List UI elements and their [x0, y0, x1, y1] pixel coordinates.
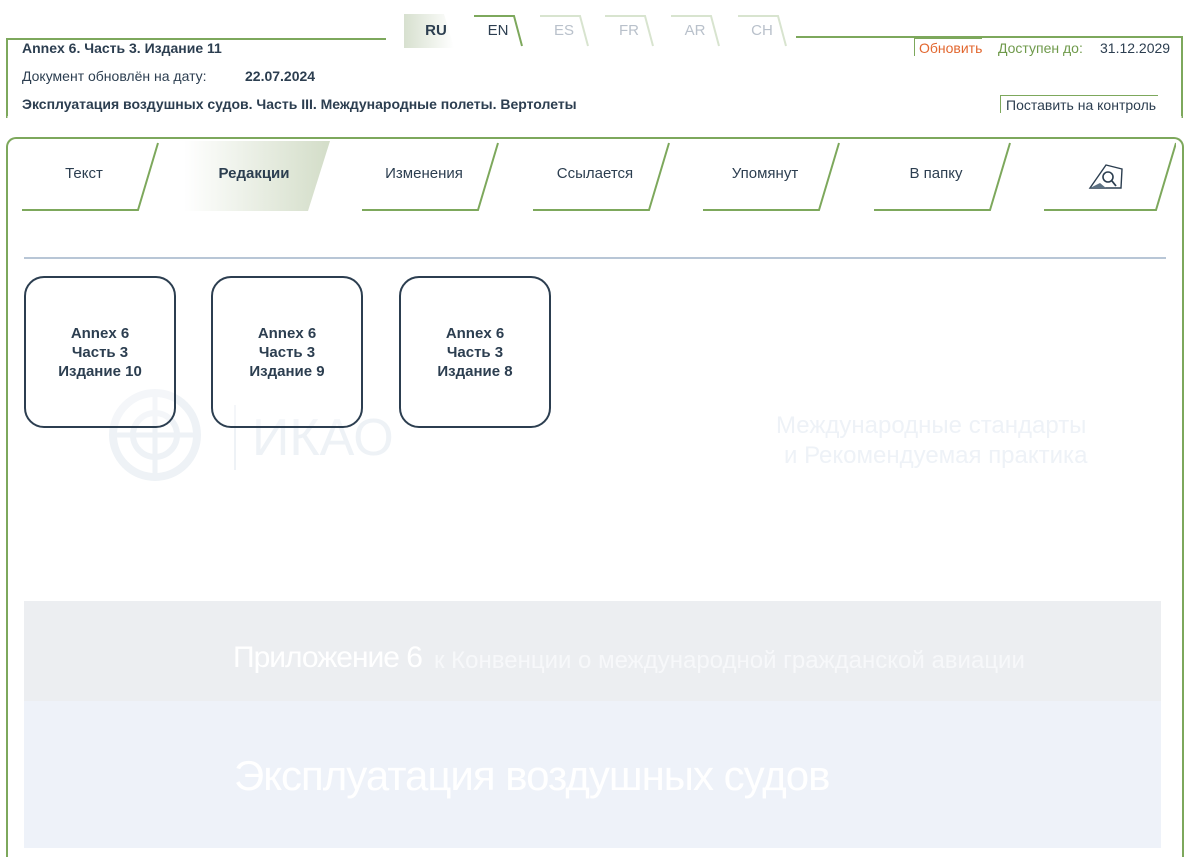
lang-label: EN — [487, 22, 509, 39]
tab-search[interactable] — [1036, 141, 1176, 211]
edition-card[interactable]: Annex 6 Часть 3 Издание 10 — [24, 276, 176, 428]
edition-card[interactable]: Annex 6 Часть 3 Издание 9 — [211, 276, 363, 428]
content-divider — [24, 257, 1166, 259]
edition-card-line: Издание 9 — [249, 362, 325, 380]
lang-label: RU — [425, 22, 447, 39]
watermark-line-1: Международные стандарты — [776, 412, 1087, 439]
lang-label: AR — [684, 22, 706, 39]
tab-label: Изменения — [385, 165, 463, 182]
watermark-line-2: и Рекомендуемая практика — [784, 442, 1088, 469]
tab-label: Упомянут — [731, 165, 799, 182]
cover-annex-title: Приложение 6 — [233, 641, 423, 674]
tab-editions[interactable]: Редакции — [184, 141, 354, 211]
edition-card-line: Издание 8 — [437, 362, 513, 380]
lang-tab-es: ES — [532, 14, 596, 48]
tab-to-folder[interactable]: В папку — [866, 141, 1036, 211]
available-until-label: Доступен до: — [998, 40, 1083, 56]
lang-label: CH — [751, 22, 773, 39]
tab-label: В папку — [909, 165, 963, 182]
tab-label: Текст — [65, 165, 103, 182]
lang-tab-ch: CH — [730, 14, 794, 48]
edition-card-line: Часть 3 — [71, 343, 129, 361]
update-button[interactable]: Обновить — [914, 38, 983, 56]
updated-date-label: Документ обновлён на дату: — [22, 68, 207, 84]
lang-tab-en[interactable]: EN — [466, 14, 530, 48]
edition-card-line: Annex 6 — [70, 324, 130, 342]
lang-tab-ru[interactable]: RU — [404, 14, 468, 48]
search-document-icon — [1088, 164, 1123, 189]
edition-card-line: Annex 6 — [257, 324, 317, 342]
lang-label: ES — [553, 22, 574, 39]
document-subtitle: Эксплуатация воздушных судов. Часть III.… — [22, 96, 577, 112]
watch-button[interactable]: Поставить на контроль — [1000, 95, 1159, 113]
edition-card-line: Часть 3 — [258, 343, 316, 361]
tab-label: Ссылается — [556, 165, 634, 182]
tab-mentioned[interactable]: Упомянут — [695, 141, 865, 211]
lang-tab-fr: FR — [597, 14, 661, 48]
edition-card-line: Издание 10 — [58, 362, 142, 380]
cover-annex-subtitle: к Конвенции о международной гражданской … — [434, 647, 1025, 674]
lang-label: FR — [619, 22, 639, 39]
lang-tab-ar: AR — [663, 14, 727, 48]
edition-card-line: Annex 6 — [445, 324, 505, 342]
cover-heading: Эксплуатация воздушных судов — [234, 752, 830, 799]
edition-card[interactable]: Annex 6 Часть 3 Издание 8 — [399, 276, 551, 428]
edition-card-line: Часть 3 — [446, 343, 504, 361]
tab-label: Редакции — [218, 165, 290, 182]
tab-text[interactable]: Текст — [14, 141, 184, 211]
updated-date-value: 22.07.2024 — [245, 68, 316, 84]
tab-references[interactable]: Ссылается — [525, 141, 695, 211]
available-until-value: 31.12.2029 — [1100, 40, 1171, 56]
tab-changes[interactable]: Изменения — [354, 141, 524, 211]
document-title: Annex 6. Часть 3. Издание 11 — [22, 40, 222, 56]
